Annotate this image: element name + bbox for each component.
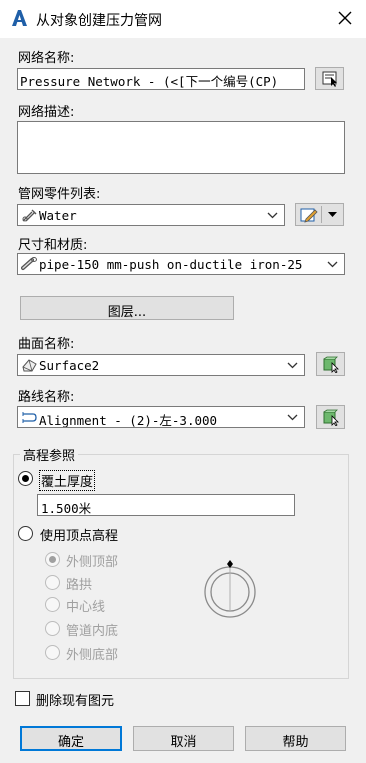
layers-button[interactable]: 图层... <box>20 296 234 320</box>
alignment-name-label: 路线名称: <box>18 390 75 405</box>
window-title: 从对象创建压力管网 <box>36 13 162 29</box>
ref-option-label-outer-top: 外侧顶部 <box>66 555 119 570</box>
chevron-down-icon <box>287 362 298 369</box>
network-description-label: 网络描述: <box>18 105 75 120</box>
close-icon[interactable] <box>336 9 354 27</box>
pipe-icon <box>21 257 37 270</box>
name-template-icon <box>322 71 337 87</box>
surface-icon <box>22 359 37 372</box>
caret-down-icon <box>328 212 337 217</box>
chevron-down-icon <box>267 212 278 219</box>
alignment-value: Alignment - (2)-左-3.000 <box>39 413 218 428</box>
alignment-icon <box>22 412 37 423</box>
size-material-dropdown[interactable]: pipe-150 mm-push on-ductile iron-25 <box>17 253 345 275</box>
ref-option-label-outer-bottom: 外侧底部 <box>66 648 119 663</box>
cover-depth-radio[interactable] <box>18 471 33 486</box>
autocad-a-icon <box>12 10 27 26</box>
ref-option-radio-outer-bottom[interactable] <box>45 645 60 660</box>
pick-from-drawing-icon <box>323 356 339 373</box>
parts-list-label: 管网零件列表: <box>18 187 101 202</box>
surface-dropdown[interactable]: Surface2 <box>17 354 305 376</box>
parts-list-edit-button[interactable] <box>295 203 344 226</box>
cover-depth-label[interactable]: 覆土厚度 <box>39 470 96 491</box>
cover-depth-input[interactable]: 1.500米 <box>37 494 295 516</box>
ref-option-radio-outer-top[interactable] <box>45 552 60 567</box>
pick-from-drawing-icon <box>323 409 339 426</box>
size-material-label: 尺寸和材质: <box>18 238 88 253</box>
network-name-label: 网络名称: <box>18 51 75 66</box>
parts-list-dropdown[interactable]: Water <box>17 204 285 226</box>
surface-name-label: 曲面名称: <box>18 337 75 352</box>
ref-option-radio-crown[interactable] <box>45 575 60 590</box>
delete-existing-checkbox[interactable] <box>15 691 30 706</box>
use-vertex-elevation-label[interactable]: 使用顶点高程 <box>40 525 118 544</box>
network-name-input[interactable]: Pressure Network - (<[下一个编号(CP) <box>17 68 305 90</box>
parts-list-icon <box>22 209 37 222</box>
ref-option-label-invert: 管道内底 <box>66 624 119 639</box>
edit-parts-list-icon <box>300 208 318 223</box>
cancel-button[interactable]: 取消 <box>133 726 234 751</box>
ref-option-radio-centerline[interactable] <box>45 597 60 612</box>
ref-option-radio-invert[interactable] <box>45 621 60 636</box>
chevron-down-icon <box>327 261 338 268</box>
delete-existing-label[interactable]: 删除现有图元 <box>36 690 114 709</box>
pick-alignment-button[interactable] <box>316 405 345 429</box>
chevron-down-icon <box>287 414 298 421</box>
help-button[interactable]: 帮助 <box>245 726 346 751</box>
network-name-template-button[interactable] <box>315 67 344 90</box>
alignment-dropdown[interactable]: Alignment - (2)-左-3.000 <box>17 406 305 428</box>
use-vertex-elevation-radio[interactable] <box>18 526 33 541</box>
ok-button[interactable]: 确定 <box>20 726 122 751</box>
elevation-reference-label: 高程参照 <box>20 445 79 464</box>
network-description-textarea[interactable] <box>17 121 345 174</box>
ref-option-label-crown: 路拱 <box>66 578 93 593</box>
parts-list-value: Water <box>39 208 77 223</box>
pick-surface-button[interactable] <box>316 352 345 376</box>
ref-option-label-centerline: 中心线 <box>66 600 106 615</box>
pipe-section-diagram <box>204 560 256 618</box>
surface-value: Surface2 <box>39 358 100 373</box>
size-material-value: pipe-150 mm-push on-ductile iron-25 <box>39 257 303 272</box>
